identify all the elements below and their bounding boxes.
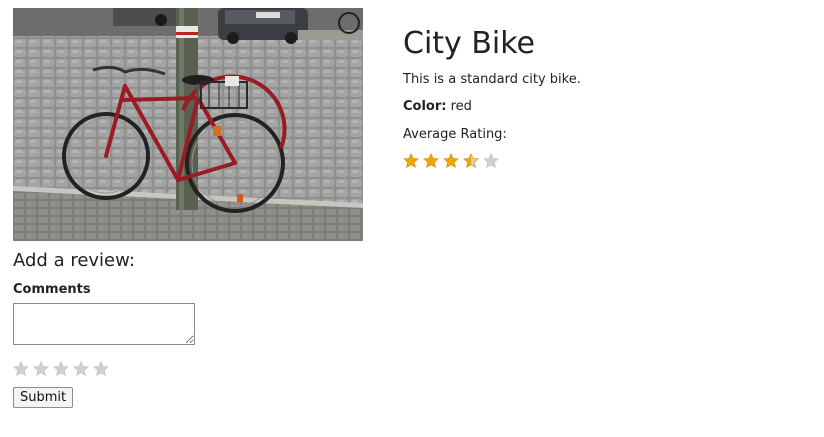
submit-button[interactable]: Submit [13,387,74,408]
product-image [13,8,363,241]
comments-label: Comments [13,282,91,297]
rating-star-4-icon[interactable] [73,361,89,377]
product-color: Color: red [403,99,803,115]
star-icon [463,153,479,168]
star-icon [423,153,439,168]
rating-star-5-icon[interactable] [93,361,109,377]
star-icon [443,153,459,168]
average-rating-stars [403,153,803,169]
review-heading: Add a review: [13,250,135,271]
comments-textarea[interactable] [13,303,195,345]
rating-star-3-icon[interactable] [53,361,69,377]
color-label: Color: [403,99,447,114]
product-description: This is a standard city bike. [403,72,581,87]
rating-input-stars [13,361,373,377]
product-info: City Bike This is a standard city bike. … [403,26,803,169]
rating-star-2-icon[interactable] [33,361,49,377]
review-form: Add a review: Comments Submit [13,250,373,408]
average-rating-label: Average Rating: [403,127,507,142]
rating-star-1-icon[interactable] [13,361,29,377]
star-icon [403,153,419,168]
star-icon [483,153,499,168]
product-title: City Bike [403,26,536,61]
color-value: red [450,99,472,114]
